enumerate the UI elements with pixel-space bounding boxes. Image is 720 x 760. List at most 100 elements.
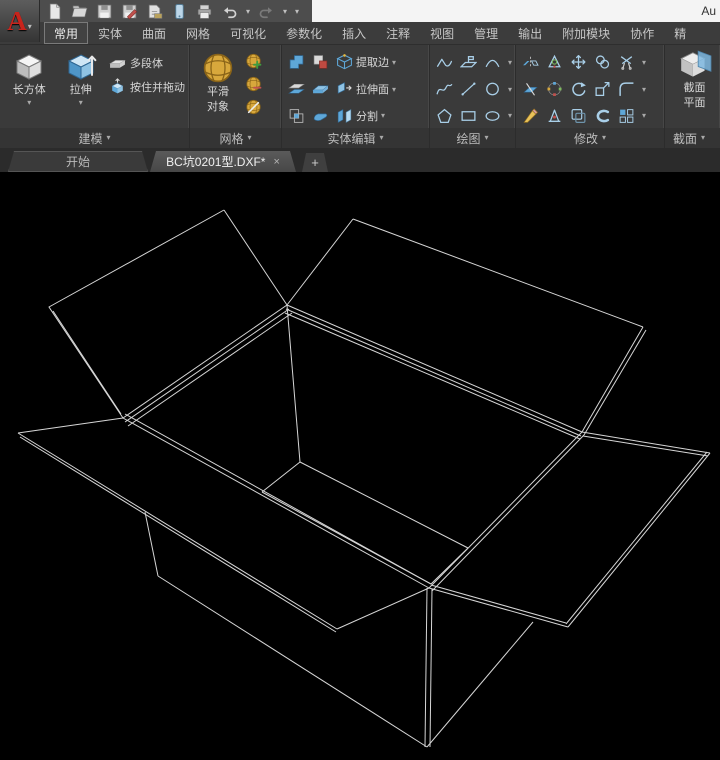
fillet-icon[interactable] [618,81,635,98]
line-icon[interactable] [460,81,477,98]
mesh-edit-icon[interactable] [245,98,262,115]
join-icon[interactable] [594,107,611,124]
ribbon-tab-12[interactable]: 附加模块 [552,22,620,44]
mesh-refine-add-icon[interactable] [245,52,262,69]
erase-icon[interactable] [522,107,539,124]
open-folder-icon[interactable] [71,3,88,20]
union-icon[interactable] [288,54,305,71]
chevron-down-icon[interactable] [642,85,646,94]
close-tab-icon[interactable]: × [273,156,279,168]
section-plane-button[interactable]: 截面 平面 [673,48,716,128]
chevron-down-icon [392,58,396,67]
chevron-down-icon[interactable] [508,85,512,94]
ribbon-tab-8[interactable]: 注释 [376,22,420,44]
ribbon-tab-6[interactable]: 参数化 [276,22,332,44]
file-tab-active-drawing[interactable]: BC坑0201型.DXF* × [150,151,296,172]
panel-title-solid-editing[interactable]: 实体编辑 [282,128,429,148]
qat-customize-icon[interactable]: ▾ [295,7,299,16]
application-menu-button[interactable]: A ▾ [0,0,40,42]
mirror3d-icon[interactable] [522,54,539,71]
panel-launcher-icon [248,134,252,142]
rotate-icon[interactable] [570,81,587,98]
wireframe-edge [300,462,468,548]
ribbon-tab-9[interactable]: 视图 [420,22,464,44]
array3d-icon[interactable] [546,81,563,98]
move-icon[interactable] [570,54,587,71]
ribbon-tab-5[interactable]: 可视化 [220,22,276,44]
window-title: Au [312,0,720,22]
subtract-icon[interactable] [312,54,329,71]
autocad-logo-icon: A [7,8,27,35]
mesh-refine-remove-icon[interactable] [245,75,262,92]
spline-icon[interactable] [436,81,453,98]
ribbon-tab-11[interactable]: 输出 [508,22,552,44]
smooth-object-button[interactable]: 平滑 对象 [196,48,240,128]
wireframe-edge [566,452,707,624]
extrude-button[interactable]: 拉伸 [58,48,105,128]
surface-icon[interactable] [460,54,477,71]
ribbon-tab-1[interactable]: 常用 [44,22,88,44]
redo-icon[interactable] [258,3,275,20]
presspull-button[interactable]: 按住并拖动 [109,78,185,95]
slice3d-icon[interactable] [522,81,539,98]
polyline-icon[interactable] [436,54,453,71]
wireframe-edge [123,305,287,418]
copy-icon[interactable] [594,54,611,71]
panel-title-modeling[interactable]: 建模 [0,128,189,148]
drawing-viewport[interactable] [0,172,720,760]
ribbon-tab-3[interactable]: 曲面 [132,22,176,44]
new-drawing-tab-button[interactable]: + [302,153,328,172]
trim-icon[interactable] [618,54,635,71]
presspull-label: 按住并拖动 [130,79,185,95]
ribbon-tab-7[interactable]: 插入 [332,22,376,44]
panel-title-mesh[interactable]: 网格 [190,128,281,148]
chevron-down-icon[interactable] [642,58,646,67]
ribbon-tab-2[interactable]: 实体 [88,22,132,44]
chevron-down-icon[interactable] [508,111,512,120]
mobile-icon[interactable] [171,3,188,20]
chevron-down-icon[interactable] [642,111,646,120]
extrude-faces-icon [336,81,353,98]
extrude-faces-button[interactable]: 拉伸面 [336,81,396,98]
ribbon-tab-4[interactable]: 网格 [176,22,220,44]
offset-icon[interactable] [570,107,587,124]
panel-title-draw[interactable]: 绘图 [430,128,515,148]
wireframe-box-drawing [0,172,720,760]
scale-icon[interactable] [594,81,611,98]
wireframe-edge [337,588,429,629]
ellipse-icon[interactable] [484,107,501,124]
wireframe-edge [287,305,582,432]
chevron-down-icon[interactable] [508,58,512,67]
thicken-icon[interactable] [312,81,329,98]
circle-icon[interactable] [484,81,501,98]
separate-button[interactable]: 分割 [336,107,385,124]
panel-title-modify[interactable]: 修改 [516,128,664,148]
undo-dropdown-icon[interactable]: ▾ [246,7,250,16]
panel-title-section[interactable]: 截面 [665,128,720,148]
save-as-icon[interactable] [121,3,138,20]
wireframe-edge [584,330,646,435]
slice-icon[interactable] [288,81,305,98]
ribbon-tab-14[interactable]: 精 [664,22,696,44]
arc-icon[interactable] [484,54,501,71]
redo-dropdown-icon[interactable]: ▾ [283,7,287,16]
rectangle-icon[interactable] [460,107,477,124]
polysolid-button[interactable]: 多段体 [109,54,185,71]
array-icon[interactable] [618,107,635,124]
sheet-set-icon[interactable] [146,3,163,20]
extract-edges-button[interactable]: 提取边 [336,54,396,71]
undo-icon[interactable] [221,3,238,20]
wireframe-edge [568,453,710,627]
file-tab-start[interactable]: 开始 [8,151,148,172]
fillet-edge-icon[interactable] [312,107,329,124]
polygon-icon[interactable] [436,107,453,124]
align3d-icon[interactable] [546,54,563,71]
save-icon[interactable] [96,3,113,20]
cone-align-icon[interactable] [546,107,563,124]
intersect-icon[interactable] [288,107,305,124]
ribbon-tab-10[interactable]: 管理 [464,22,508,44]
new-file-icon[interactable] [46,3,63,20]
ribbon-tab-13[interactable]: 协作 [620,22,664,44]
box-button[interactable]: 长方体 [6,48,53,128]
print-icon[interactable] [196,3,213,20]
